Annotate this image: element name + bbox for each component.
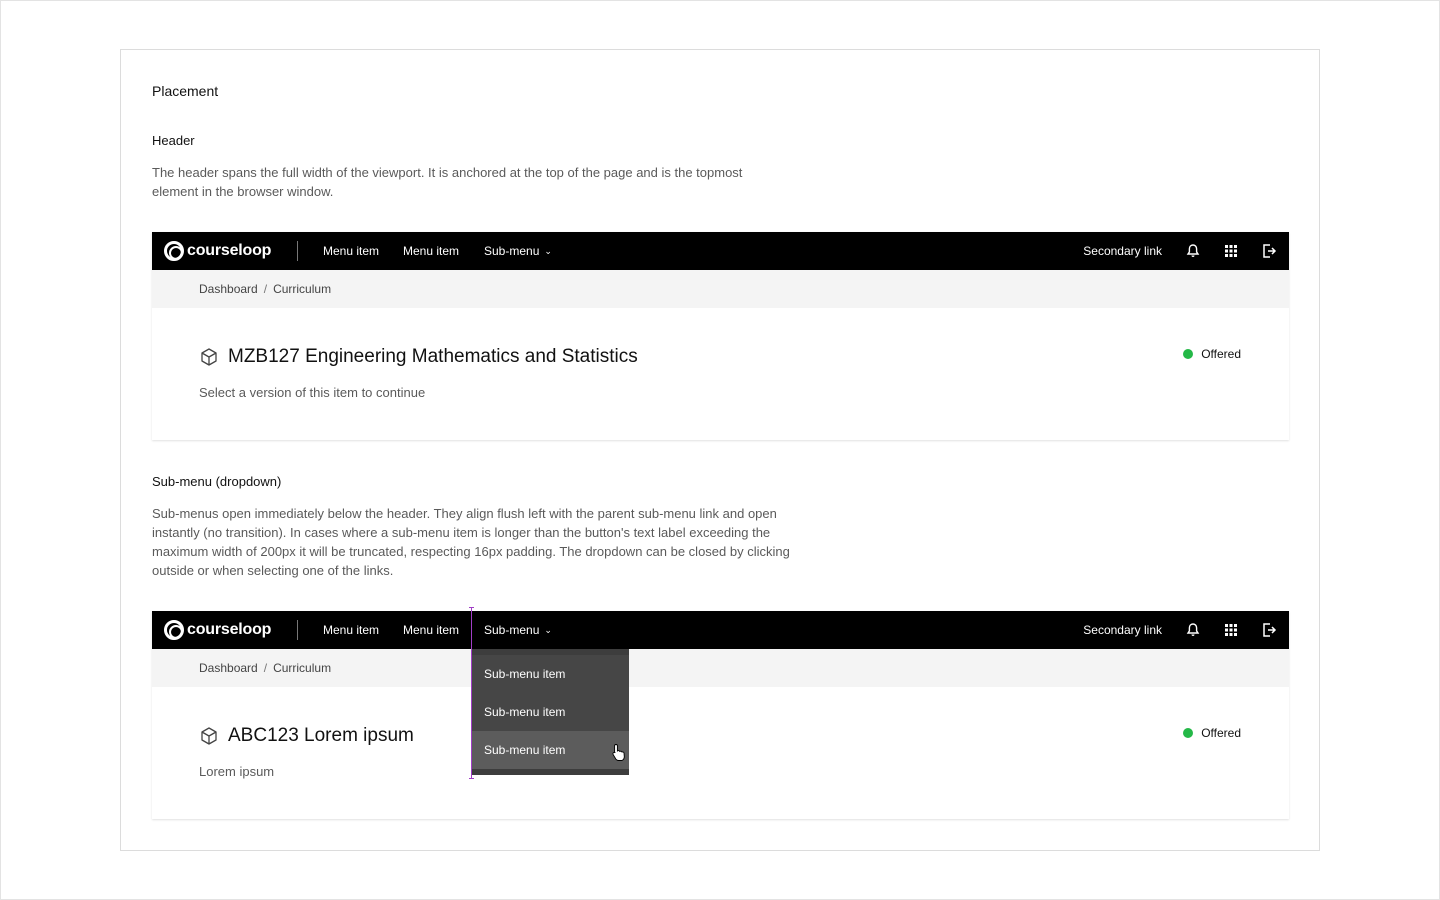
submenu-section-description: Sub-menus open immediately below the hea… bbox=[152, 506, 790, 578]
header-section-description: The header spans the full width of the v… bbox=[152, 165, 743, 199]
breadcrumb: Dashboard / Curriculum bbox=[152, 270, 1289, 308]
alignment-guide bbox=[471, 607, 472, 779]
breadcrumb-dashboard[interactable]: Dashboard bbox=[199, 661, 258, 675]
logo[interactable]: courseloop bbox=[164, 241, 271, 261]
status-label: Offered bbox=[1201, 726, 1241, 740]
bell-icon[interactable] bbox=[1185, 622, 1201, 638]
alignment-guide-cap-top bbox=[469, 607, 474, 608]
item-subtitle: Lorem ipsum bbox=[199, 764, 275, 779]
item-subtitle: Select a version of this item to continu… bbox=[199, 385, 426, 400]
status-dot bbox=[1183, 728, 1194, 738]
submenu-item-1[interactable]: Sub-menu item bbox=[472, 655, 629, 693]
logo-text: courseloop bbox=[187, 621, 272, 638]
breadcrumb-separator: / bbox=[263, 282, 268, 296]
status-dot bbox=[1183, 349, 1194, 359]
header-divider bbox=[297, 241, 298, 261]
cube-icon bbox=[201, 348, 217, 366]
section-title: Placement bbox=[152, 83, 219, 99]
status-badge: Offered bbox=[1183, 347, 1241, 361]
item-title: MZB127 Engineering Mathematics and Stati… bbox=[199, 346, 638, 368]
header-demo: courseloop Menu item Menu item Sub-menu ⌄… bbox=[152, 232, 1289, 440]
header-divider bbox=[297, 620, 298, 640]
item-content: ABC123 Lorem ipsum Lorem ipsum Offered bbox=[152, 687, 1289, 819]
grid-icon[interactable] bbox=[1223, 622, 1239, 638]
logo-icon bbox=[164, 241, 184, 261]
header-section-title: Header bbox=[152, 133, 195, 148]
nav-menu-item-2[interactable]: Menu item bbox=[403, 611, 459, 649]
submenu-dropdown: Sub-menu item Sub-menu item Sub-menu ite… bbox=[472, 649, 629, 775]
submenu-item-3[interactable]: Sub-menu item bbox=[472, 731, 629, 769]
breadcrumb-dashboard[interactable]: Dashboard bbox=[199, 282, 258, 296]
breadcrumb-separator: / bbox=[263, 661, 268, 675]
secondary-link[interactable]: Secondary link bbox=[1083, 611, 1162, 649]
item-content: MZB127 Engineering Mathematics and Stati… bbox=[152, 308, 1289, 440]
app-header: courseloop Menu item Menu item Sub-menu ⌄… bbox=[152, 611, 1289, 649]
grid-icon[interactable] bbox=[1223, 243, 1239, 259]
logout-icon[interactable] bbox=[1261, 243, 1277, 259]
breadcrumb: Dashboard / Curriculum bbox=[152, 649, 1289, 687]
chevron-down-icon: ⌄ bbox=[544, 246, 552, 256]
logout-icon[interactable] bbox=[1261, 622, 1277, 638]
nav-submenu[interactable]: Sub-menu ⌄ bbox=[484, 611, 552, 649]
item-title: ABC123 Lorem ipsum bbox=[199, 725, 414, 747]
submenu-section-title: Sub-menu (dropdown) bbox=[152, 474, 282, 489]
logo-text: courseloop bbox=[187, 242, 272, 259]
placement-panel: Placement Header The header spans the fu… bbox=[120, 49, 1320, 851]
item-title-text: MZB127 Engineering Mathematics and Stati… bbox=[228, 346, 638, 367]
status-badge: Offered bbox=[1183, 726, 1241, 740]
nav-menu-item-2[interactable]: Menu item bbox=[403, 232, 459, 270]
breadcrumb-curriculum[interactable]: Curriculum bbox=[273, 282, 331, 296]
app-header: courseloop Menu item Menu item Sub-menu ⌄… bbox=[152, 232, 1289, 270]
submenu-item-2[interactable]: Sub-menu item bbox=[472, 693, 629, 731]
cube-icon bbox=[201, 727, 217, 745]
logo[interactable]: courseloop bbox=[164, 620, 271, 640]
nav-submenu-label: Sub-menu bbox=[484, 623, 540, 637]
hand-cursor-icon bbox=[612, 744, 625, 761]
alignment-guide-cap-bottom bbox=[469, 778, 474, 779]
nav-menu-item-1[interactable]: Menu item bbox=[323, 611, 379, 649]
submenu-demo: courseloop Menu item Menu item Sub-menu ⌄… bbox=[152, 607, 1289, 819]
nav-menu-item-1[interactable]: Menu item bbox=[323, 232, 379, 270]
chevron-down-icon: ⌄ bbox=[544, 625, 552, 635]
nav-submenu[interactable]: Sub-menu ⌄ bbox=[484, 232, 552, 270]
secondary-link[interactable]: Secondary link bbox=[1083, 232, 1162, 270]
status-label: Offered bbox=[1201, 347, 1241, 361]
breadcrumb-curriculum[interactable]: Curriculum bbox=[273, 661, 331, 675]
logo-icon bbox=[164, 620, 184, 640]
nav-submenu-label: Sub-menu bbox=[484, 244, 540, 258]
item-title-text: ABC123 Lorem ipsum bbox=[228, 725, 414, 746]
bell-icon[interactable] bbox=[1185, 243, 1201, 259]
